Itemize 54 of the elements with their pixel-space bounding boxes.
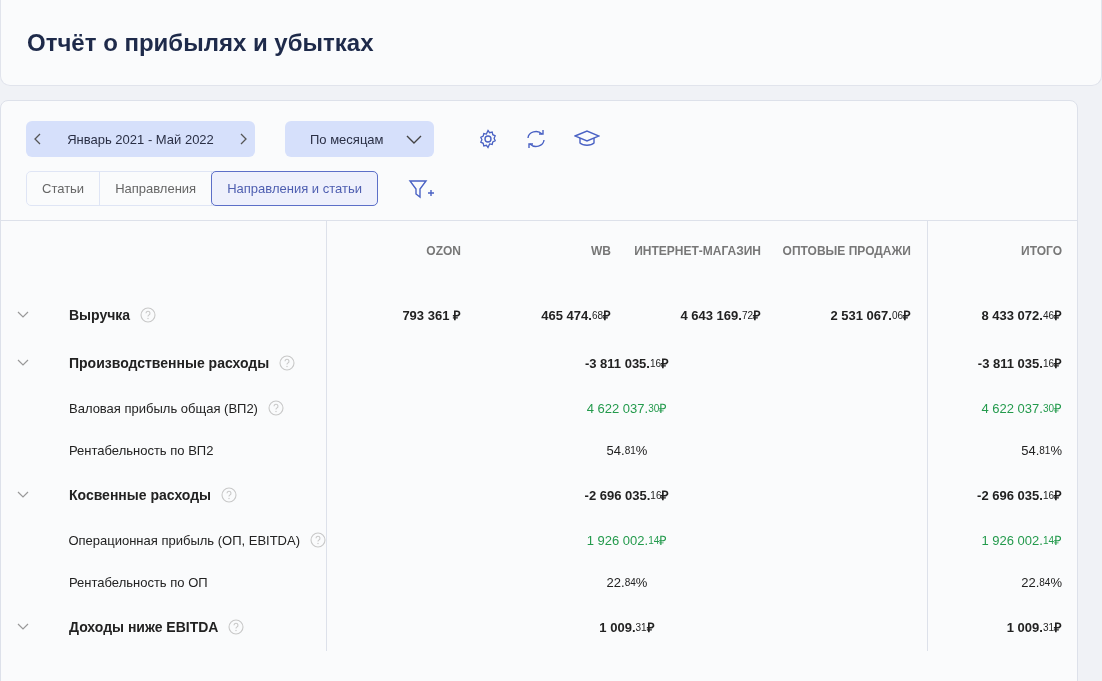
- table-cell-text: 1 926 002.14₽: [980, 531, 1063, 550]
- grouping-dropdown[interactable]: По месяцам: [285, 121, 434, 157]
- row-label: Рентабельность по ОП: [69, 574, 208, 590]
- chevron-right-icon[interactable]: [239, 133, 247, 145]
- help-icon[interactable]: [221, 487, 238, 503]
- chevron-icon[interactable]: [17, 623, 29, 631]
- help-icon[interactable]: [310, 532, 326, 548]
- chevron-icon[interactable]: [17, 491, 29, 499]
- row-label: Косвенные расходы: [69, 487, 212, 503]
- chevron-icon[interactable]: [17, 359, 29, 367]
- help-icon[interactable]: [279, 355, 296, 371]
- row-label: Рентабельность по ВП2: [69, 442, 214, 458]
- column-header: ОПТОВЫЕ ПРОДАЖИ: [781, 243, 912, 260]
- table-cell-text: 8 433 072.46₽: [980, 306, 1063, 325]
- graduation-cap-icon[interactable]: [573, 129, 600, 149]
- column-header: ИНТЕРНЕТ-МАГАЗИН: [633, 243, 762, 260]
- table-cell-text: 54.81%: [1020, 441, 1063, 460]
- table-cell-text: 22.84%: [1020, 573, 1063, 592]
- filter-add-icon[interactable]: [407, 178, 434, 199]
- column-header: ИТОГО: [1020, 243, 1063, 260]
- help-icon[interactable]: [140, 307, 157, 323]
- period-picker[interactable]: Январь 2021 - Май 2022: [26, 121, 255, 157]
- table-cell-text: 2 531 067.06₽: [829, 306, 912, 325]
- help-icon[interactable]: [267, 400, 284, 416]
- view-tab[interactable]: Направления и статьи: [211, 171, 378, 206]
- chevron-icon[interactable]: [17, 311, 29, 319]
- table-cell-text: 54.81%: [605, 441, 649, 460]
- chevron-left-icon[interactable]: [34, 133, 42, 145]
- help-icon[interactable]: [228, 619, 245, 635]
- row-label: Выручка: [69, 307, 131, 323]
- table-cell-text: 465 474.68₽: [540, 306, 612, 325]
- row-label: Операционная прибыль (ОП, EBITDA): [68, 532, 300, 548]
- table-cell-text: 793 361 ₽: [401, 307, 462, 325]
- row-label: Доходы ниже EBITDA: [69, 619, 219, 635]
- table-cell-text: -3 811 035.16₽: [583, 354, 671, 373]
- table-cell-text: 4 622 037.30₽: [585, 399, 669, 418]
- view-tab[interactable]: Статьи: [27, 172, 101, 205]
- table-cell-text: 4 643 169.72₽: [679, 306, 762, 325]
- column-header: OZON: [425, 243, 462, 260]
- table-cell-text: -2 696 035.16₽: [976, 486, 1063, 505]
- table-cell-text: 22.84%: [605, 573, 649, 592]
- table-cell-text: 1 009.31₽: [1005, 618, 1063, 637]
- table-cell-text: -2 696 035.16₽: [583, 486, 671, 505]
- chevron-down-icon: [405, 134, 422, 144]
- row-label: Производственные расходы: [69, 355, 270, 371]
- page-title: Отчёт о прибылях и убытках: [27, 28, 374, 57]
- column-header: WB: [590, 243, 612, 260]
- settings-icon[interactable]: [477, 129, 498, 149]
- table-cell-text: -3 811 035.16₽: [976, 354, 1063, 373]
- table-cell-text: 1 926 002.14₽: [585, 531, 669, 550]
- table-cell-text: 4 622 037.30₽: [980, 399, 1063, 418]
- row-label: Валовая прибыль общая (ВП2): [69, 400, 258, 416]
- table-cell-text: 1 009.31₽: [598, 618, 656, 637]
- period-label: Январь 2021 - Май 2022: [67, 131, 214, 147]
